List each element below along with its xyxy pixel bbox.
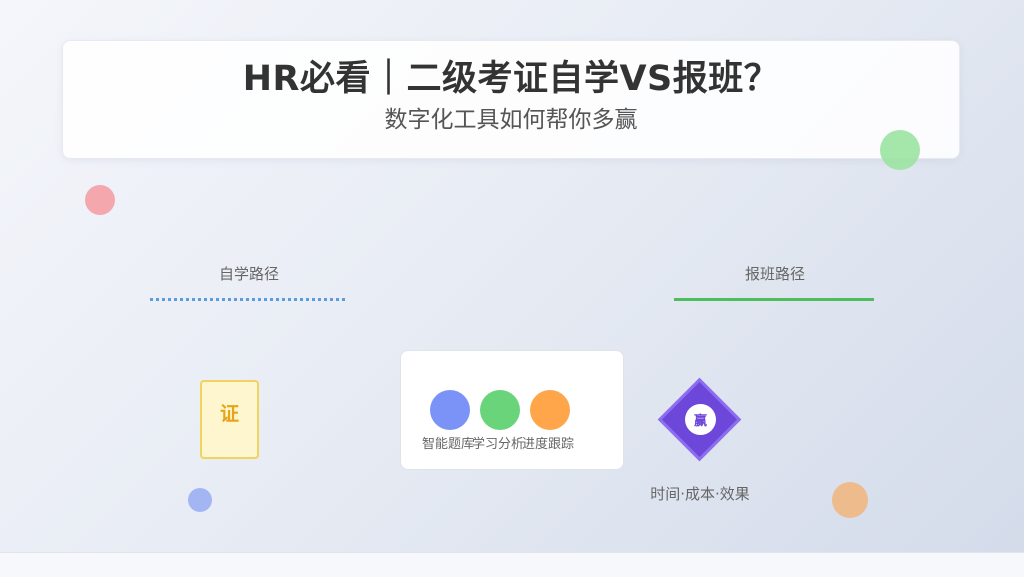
self-study-path-line [150, 298, 345, 301]
decor-circle-pink [85, 185, 115, 215]
decor-circle-orange [832, 482, 868, 518]
tool-label-learning-analysis: 学习分析 [472, 437, 525, 452]
class-path-label: 报班路径 [744, 265, 805, 283]
tools-card: 智能题库 学习分析 进度跟踪 [400, 350, 624, 470]
certificate-card: 证 [200, 380, 259, 459]
win-badge: 赢 [685, 404, 716, 435]
class-path-line [674, 298, 874, 301]
page-subtitle: 数字化工具如何帮你多赢 [384, 107, 638, 133]
learning-analysis-circle-icon [480, 390, 520, 430]
certificate-glyph: 证 [219, 403, 239, 425]
win-caption: 时间·成本·效果 [650, 485, 750, 503]
header-card: HR必看｜二级考证自学VS报班？ 数字化工具如何帮你多赢 [62, 40, 960, 159]
page-title: HR必看｜二级考证自学VS报班？ [242, 59, 780, 99]
bottom-strip [0, 552, 1024, 577]
tool-label-question-bank: 智能题库 [422, 437, 475, 452]
win-glyph: 赢 [693, 414, 707, 429]
question-bank-circle-icon [430, 390, 470, 430]
progress-tracking-circle-icon [530, 390, 570, 430]
decor-circle-blue [188, 488, 212, 512]
tool-label-progress-tracking: 进度跟踪 [522, 437, 575, 452]
decor-circle-green [880, 130, 920, 170]
self-study-path-label: 自学路径 [218, 265, 279, 283]
